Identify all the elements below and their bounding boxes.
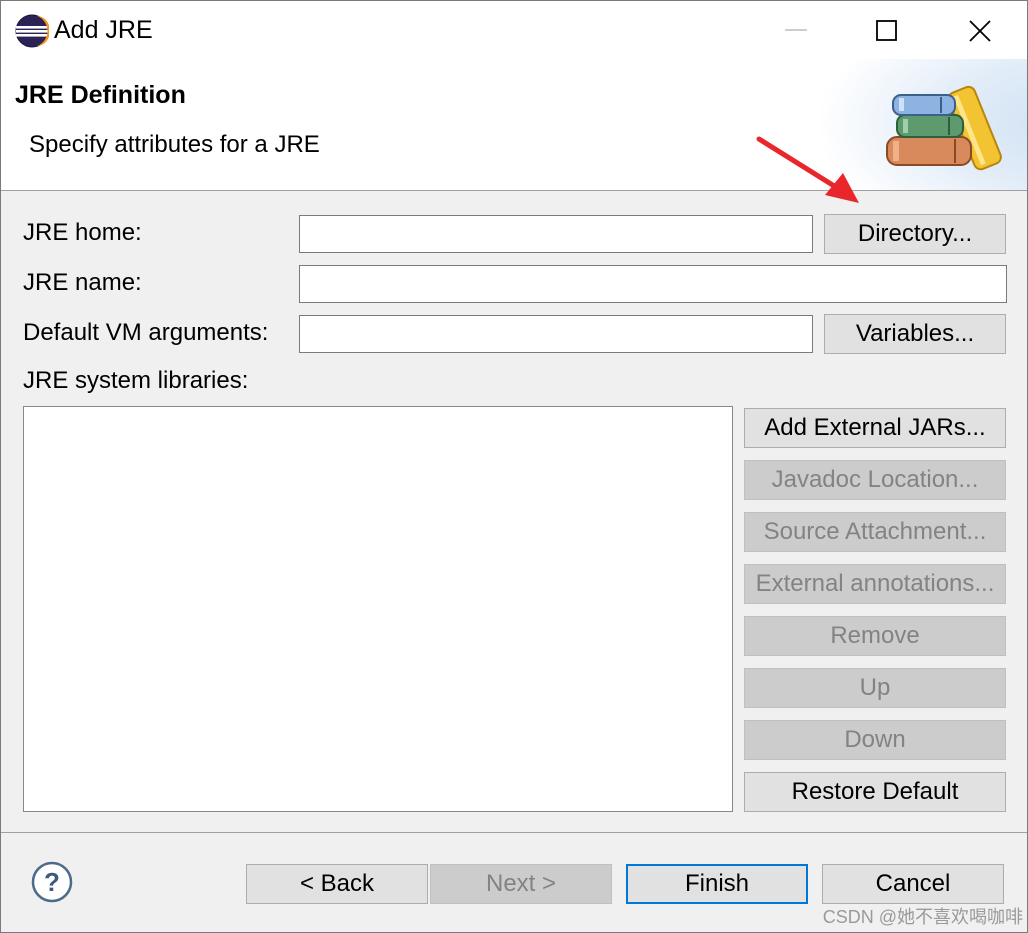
eclipse-icon: [15, 14, 49, 48]
maximize-icon: [876, 20, 897, 41]
libraries-list[interactable]: [23, 406, 733, 812]
help-icon[interactable]: ?: [31, 861, 73, 903]
jre-name-input[interactable]: [299, 265, 1007, 303]
footer-separator: [1, 832, 1027, 833]
finish-button[interactable]: Finish: [626, 864, 808, 904]
next-button[interactable]: Next >: [430, 864, 612, 904]
minimize-button[interactable]: [771, 7, 817, 53]
vm-args-input[interactable]: [299, 315, 813, 353]
vm-args-label: Default VM arguments:: [23, 319, 269, 346]
close-button[interactable]: [956, 7, 1002, 53]
page-description: Specify attributes for a JRE: [29, 131, 320, 158]
restore-default-button[interactable]: Restore Default: [744, 772, 1006, 812]
watermark: CSDN @她不喜欢喝咖啡: [822, 907, 1023, 927]
jre-name-label: JRE name:: [23, 269, 142, 296]
directory-button[interactable]: Directory...: [824, 214, 1006, 254]
window-title: Add JRE: [54, 16, 153, 44]
books-icon: [886, 85, 1002, 171]
variables-button[interactable]: Variables...: [824, 314, 1006, 354]
source-attachment-button[interactable]: Source Attachment...: [744, 512, 1006, 552]
external-annotations-button[interactable]: External annotations...: [744, 564, 1006, 604]
libraries-label: JRE system libraries:: [23, 367, 249, 394]
remove-button[interactable]: Remove: [744, 616, 1006, 656]
jre-home-input[interactable]: [299, 215, 813, 253]
up-button[interactable]: Up: [744, 668, 1006, 708]
add-jre-dialog: Add JRE JRE Definition Specify attribute…: [0, 0, 1028, 933]
back-button[interactable]: < Back: [246, 864, 428, 904]
add-external-jars-button[interactable]: Add External JARs...: [744, 408, 1006, 448]
page-title: JRE Definition: [15, 81, 186, 109]
header-banner: JRE Definition Specify attributes for a …: [1, 59, 1027, 191]
javadoc-location-button[interactable]: Javadoc Location...: [744, 460, 1006, 500]
svg-text:?: ?: [44, 867, 60, 897]
annotation-arrow-icon: [756, 136, 859, 203]
cancel-button[interactable]: Cancel: [822, 864, 1004, 904]
minimize-icon: [785, 29, 807, 31]
down-button[interactable]: Down: [744, 720, 1006, 760]
jre-home-label: JRE home:: [23, 219, 142, 246]
title-bar: Add JRE: [1, 1, 1027, 59]
close-icon: [969, 20, 991, 42]
maximize-button[interactable]: [863, 7, 909, 53]
